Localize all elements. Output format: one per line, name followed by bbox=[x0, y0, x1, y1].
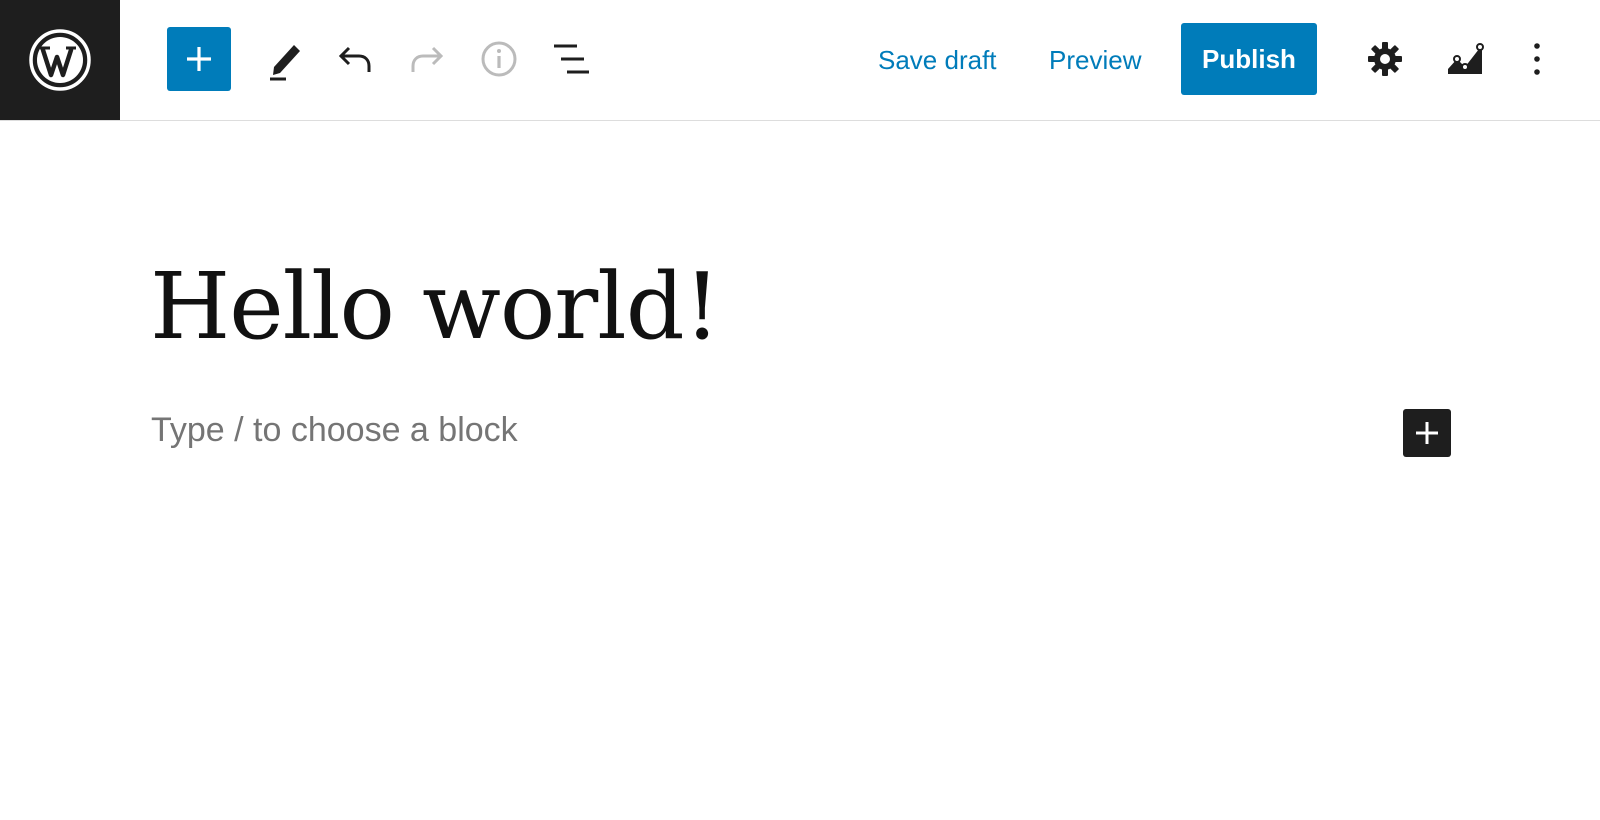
wordpress-logo-button[interactable] bbox=[0, 0, 120, 120]
edit-icon bbox=[270, 45, 300, 81]
plus-icon bbox=[1416, 422, 1438, 444]
preview-button[interactable]: Preview bbox=[1049, 40, 1141, 80]
block-placeholder-input[interactable]: Type / to choose a block bbox=[151, 411, 518, 450]
save-draft-button[interactable]: Save draft bbox=[878, 40, 997, 80]
details-button[interactable] bbox=[474, 34, 524, 84]
undo-button[interactable] bbox=[330, 34, 380, 84]
vertical-ellipsis-icon bbox=[1534, 43, 1540, 75]
gear-icon bbox=[1368, 42, 1402, 76]
options-menu-button[interactable] bbox=[1512, 34, 1562, 84]
stats-chart-icon bbox=[1448, 43, 1484, 74]
publish-button[interactable]: Publish bbox=[1181, 23, 1317, 95]
post-title[interactable]: Hello world! bbox=[150, 253, 721, 360]
edit-tool-button[interactable] bbox=[259, 34, 309, 84]
inline-block-inserter-button[interactable] bbox=[1403, 409, 1451, 457]
settings-button[interactable] bbox=[1360, 34, 1410, 84]
redo-button[interactable] bbox=[402, 34, 452, 84]
add-block-button[interactable] bbox=[167, 27, 231, 91]
editor-header: Save draft Preview Publish bbox=[0, 0, 1600, 121]
info-icon bbox=[481, 41, 517, 77]
redo-icon bbox=[411, 46, 444, 72]
plus-icon bbox=[187, 47, 211, 71]
undo-icon bbox=[338, 46, 371, 72]
wordpress-logo-icon bbox=[29, 29, 91, 91]
editor-canvas: Hello world! Type / to choose a block bbox=[0, 121, 1600, 820]
stats-button[interactable] bbox=[1440, 34, 1490, 84]
list-view-button[interactable] bbox=[546, 34, 596, 84]
list-view-icon bbox=[554, 44, 589, 74]
